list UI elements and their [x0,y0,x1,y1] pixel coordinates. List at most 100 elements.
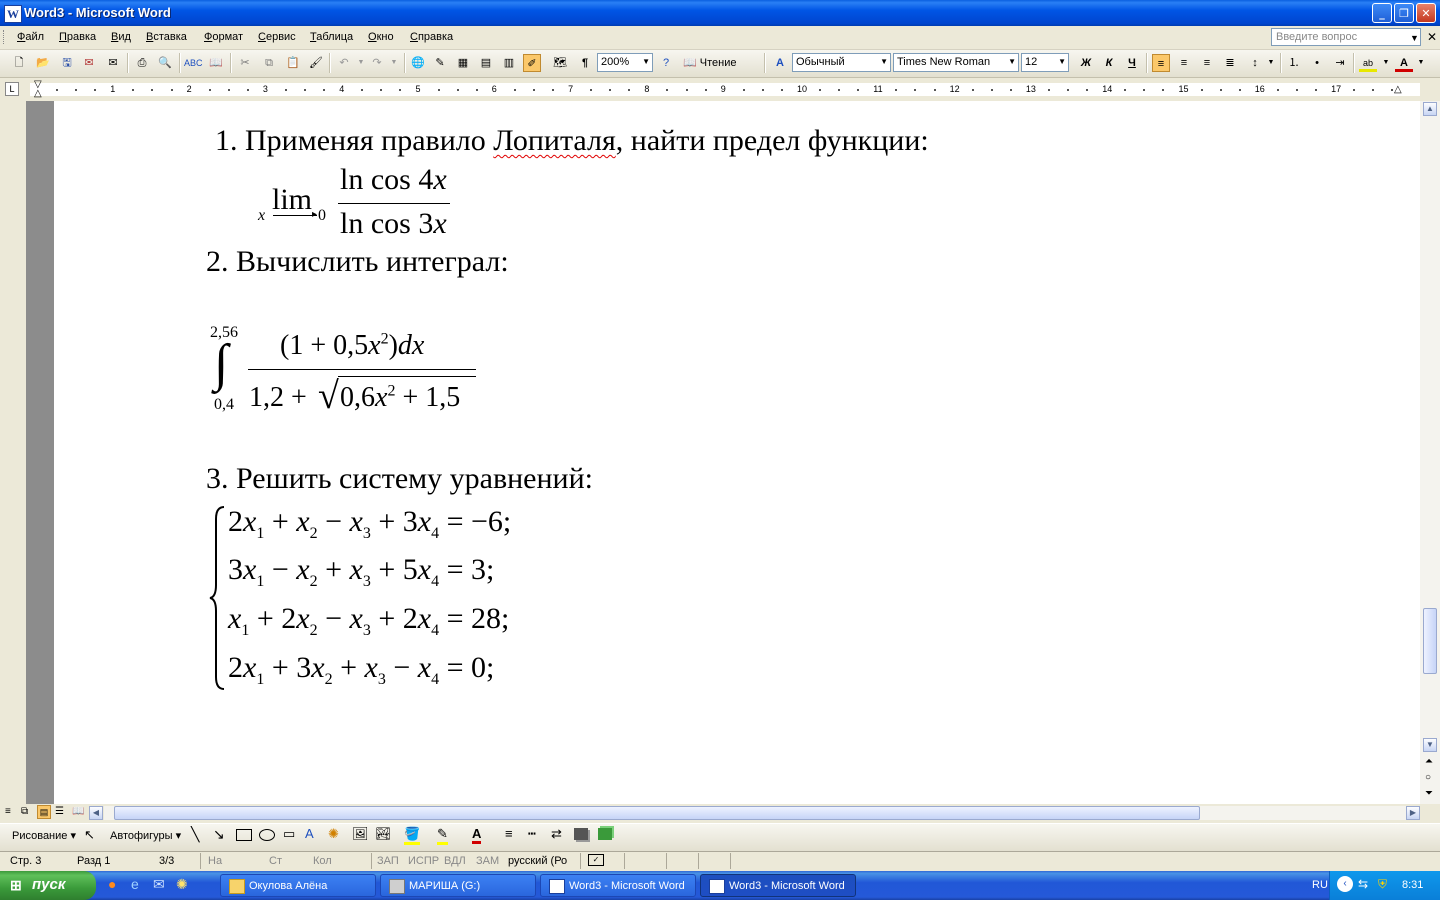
align-center-icon[interactable]: ≡ [1175,54,1193,72]
tables-borders-icon[interactable]: ✎ [431,54,449,72]
spelling-status-icon[interactable]: ✓ [588,854,604,866]
wordart-icon[interactable]: A [305,826,314,841]
line-spacing-dropdown-icon[interactable]: ▼ [1262,54,1280,72]
minimize-button[interactable]: _ [1372,3,1392,23]
research-icon[interactable]: 📖 [207,54,225,72]
redo-icon[interactable]: ↷ [368,54,386,72]
new-document-icon[interactable]: 🗋 [10,54,28,72]
menu-tools[interactable]: Сервис [258,31,296,43]
toolbar-grip[interactable] [3,30,7,44]
document-map-icon[interactable]: 🗺 [551,54,569,72]
firefox-icon[interactable]: ● [108,876,116,892]
internet-explorer-icon[interactable]: e [131,876,139,892]
font-color-dropdown-icon[interactable]: ▼ [1412,54,1430,72]
undo-icon[interactable]: ↶ [335,54,353,72]
line-style-icon[interactable]: ≡ [505,826,513,841]
network-icon[interactable]: ⇆ [1358,877,1368,891]
clipart-icon[interactable]: 🖼 [352,826,369,842]
line-icon[interactable]: ╲ [191,826,199,843]
dash-style-icon[interactable]: ┅ [528,826,536,842]
shadow-style-icon[interactable] [574,828,588,840]
security-icon[interactable]: ⛨ [1378,877,1387,892]
normal-view-icon[interactable]: ≡ [5,806,11,817]
picture-icon[interactable]: 🏞 [375,826,392,842]
scroll-right-icon[interactable]: ▶ [1406,806,1420,820]
task-drive-marisha[interactable]: МАРИША (G:) [380,874,536,897]
indent-icon[interactable]: ⇥ [1331,54,1349,72]
status-ovr[interactable]: ЗАМ [476,855,499,867]
vertical-scrollbar[interactable] [1420,101,1440,804]
maximize-button[interactable]: ❐ [1394,3,1414,23]
menu-format[interactable]: Формат [204,31,243,43]
diagram-icon[interactable]: ✺ [328,826,339,842]
scroll-up-icon[interactable]: ▲ [1423,102,1437,116]
hyperlink-icon[interactable]: 🌐 [409,54,427,72]
3d-style-icon[interactable] [598,828,612,840]
paste-icon[interactable]: 📋 [284,54,302,72]
scroll-left-icon[interactable]: ◀ [89,806,103,820]
menu-table[interactable]: Таблица [310,31,353,43]
menu-view[interactable]: Вид [111,31,131,43]
copy-icon[interactable]: ⧉ [260,54,278,72]
print-layout-view-icon[interactable]: ▤ [37,805,51,819]
permission-icon[interactable]: ✉ [80,54,98,72]
scroll-down-icon[interactable]: ▼ [1423,738,1437,752]
spelling-icon[interactable]: ABC [184,54,203,72]
tray-expand-icon[interactable]: ‹ [1337,876,1353,892]
font-color-draw-icon[interactable]: A [472,826,482,844]
menu-help[interactable]: Справка [410,31,453,43]
help-dropdown-icon[interactable]: ▼ [1410,33,1419,43]
underline-button[interactable]: Ч [1123,54,1141,72]
rectangle-icon[interactable] [236,829,252,841]
task-folder-okulova[interactable]: Окулова Алёна [220,874,376,897]
styles-pane-icon[interactable]: A [771,54,789,72]
redo-dropdown-icon[interactable]: ▼ [385,54,403,72]
highlight-icon[interactable]: ab [1359,54,1377,72]
misspelled-word[interactable]: Лопиталя [493,124,616,157]
bold-button[interactable]: Ж [1077,54,1095,72]
outlook-icon[interactable]: ✉ [153,876,165,893]
line-color-icon[interactable]: ✎ [437,826,448,845]
outline-view-icon[interactable]: ☰ [55,806,64,817]
task-word3-a[interactable]: Word3 - Microsoft Word [540,874,696,897]
show-formatting-icon[interactable]: ¶ [576,54,594,72]
font-select[interactable]: Times New Roman ▼ [893,53,1019,72]
horizontal-scroll-thumb[interactable] [114,806,1200,820]
format-painter-icon[interactable]: 🖌 [307,54,325,72]
bullets-icon[interactable]: • [1308,54,1326,72]
reading-view-icon[interactable]: 📖 [72,806,84,817]
email-icon[interactable]: ✉ [104,54,122,72]
indent-marker-icon[interactable]: ▽ △ [34,80,42,100]
autoshapes-button[interactable]: Автофигуры ▾ [110,829,181,842]
print-preview-icon[interactable]: 🔍 [156,54,174,72]
status-rec[interactable]: ЗАП [377,855,399,867]
help-search-input[interactable]: Введите вопрос [1271,28,1421,46]
cut-icon[interactable]: ✂ [236,54,254,72]
close-button[interactable]: ✕ [1416,3,1436,23]
draw-menu-button[interactable]: Рисование ▾ [12,829,76,842]
prev-page-icon[interactable]: ⏶ [1425,756,1433,767]
justify-icon[interactable]: ≣ [1221,54,1239,72]
word-app-icon[interactable]: W [4,5,22,23]
select-objects-icon[interactable]: ↖ [84,827,95,843]
oval-icon[interactable] [259,829,275,841]
open-icon[interactable]: 📂 [34,54,52,72]
print-icon[interactable]: ⎙ [133,54,151,72]
insert-excel-icon[interactable]: ▤ [477,54,495,72]
web-view-icon[interactable]: ⧉ [21,806,28,817]
font-size-select[interactable]: 12 ▼ [1021,53,1069,72]
next-page-icon[interactable]: ⏷ [1425,788,1433,799]
menu-edit[interactable]: Правка [59,31,96,43]
drawing-toggle-icon[interactable]: ✐ [523,54,541,72]
arrow-icon[interactable]: ↘ [213,826,225,843]
select-browse-object-icon[interactable]: ○ [1425,772,1431,783]
italic-button[interactable]: К [1100,54,1118,72]
save-icon[interactable]: 🖫 [58,54,76,72]
task-word3-b[interactable]: Word3 - Microsoft Word [700,874,856,897]
start-button[interactable]: ⊞ пуск [0,871,96,900]
menu-insert[interactable]: Вставка [146,31,187,43]
zoom-select[interactable]: 200% ▼ [597,53,653,72]
align-right-icon[interactable]: ≡ [1198,54,1216,72]
status-ext[interactable]: ВДЛ [444,855,466,867]
right-indent-marker-icon[interactable]: △ [1394,84,1402,95]
